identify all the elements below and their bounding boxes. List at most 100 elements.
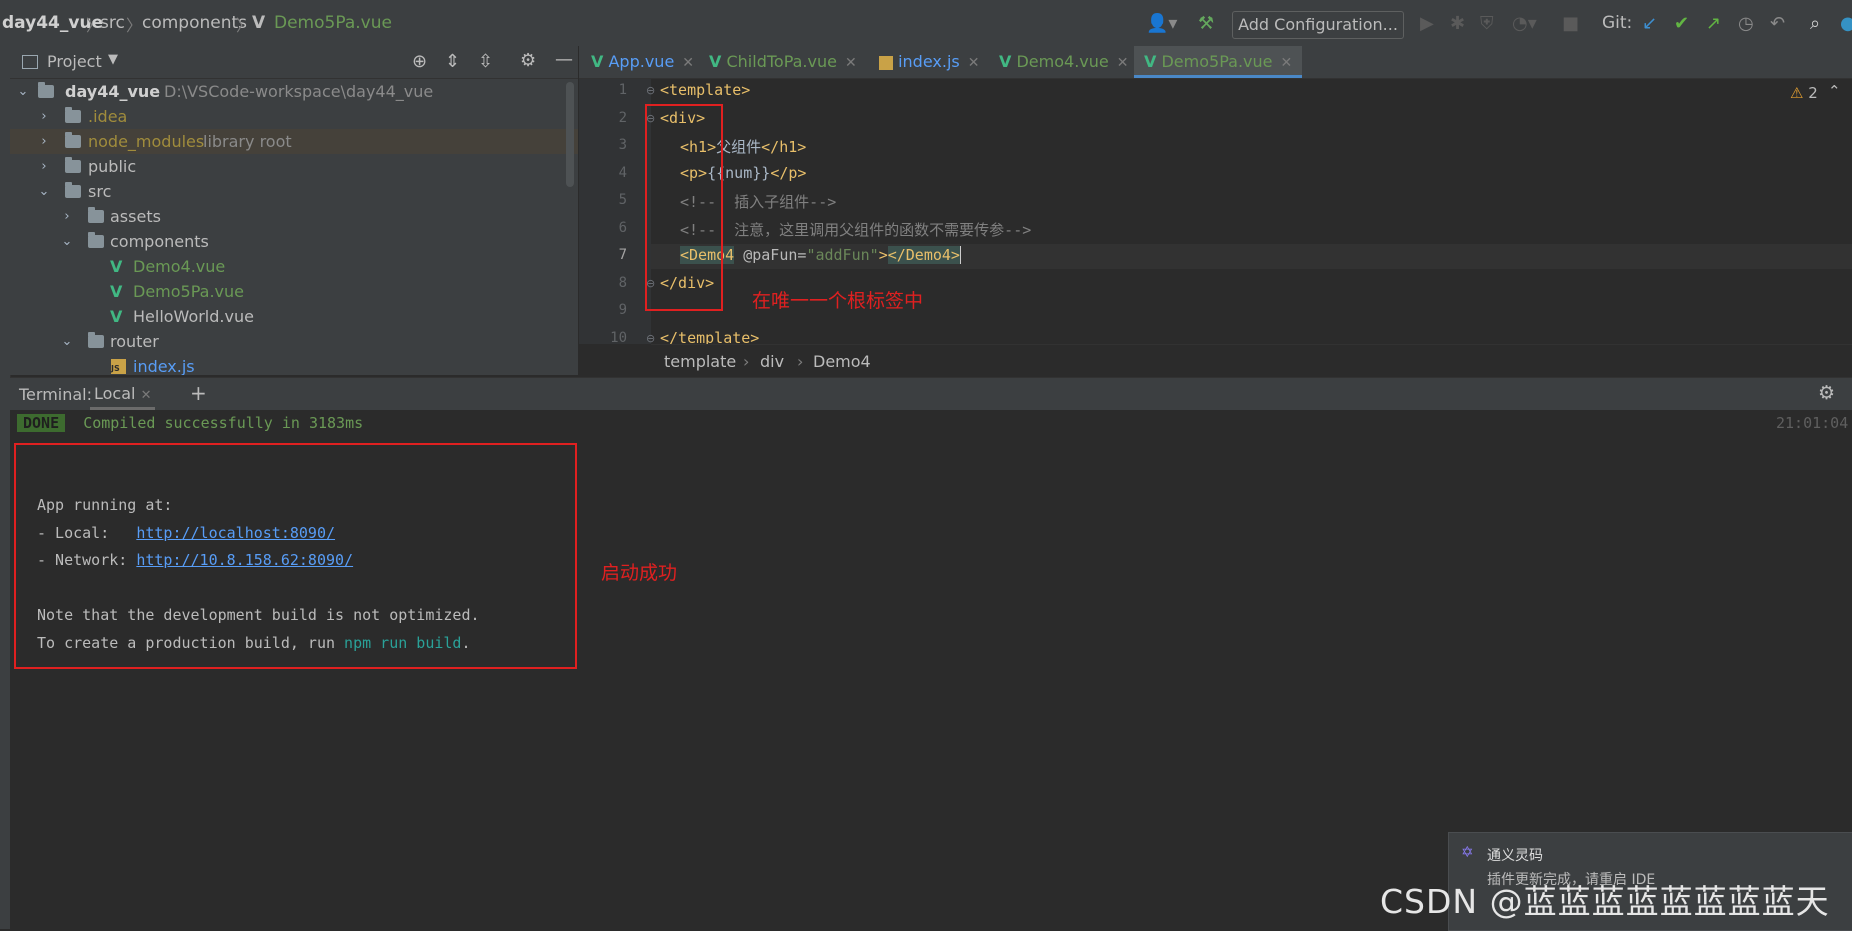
tree-item[interactable]: › assets <box>10 204 578 229</box>
vue-file-icon: V <box>709 52 722 71</box>
tree-item[interactable]: › .idea <box>10 104 578 129</box>
folder-icon <box>38 82 54 98</box>
git-label: Git: <box>1602 13 1633 33</box>
warning-indicator[interactable]: ⚠ 2 <box>1790 84 1818 102</box>
terminal-tab-local[interactable]: Local ✕ <box>90 378 156 410</box>
minimize-icon[interactable]: — <box>555 49 573 70</box>
tab-demo4-vue[interactable]: V Demo4.vue ✕ <box>999 46 1128 78</box>
folder-icon <box>88 232 104 248</box>
git-commit-icon[interactable]: ✔ <box>1674 13 1689 34</box>
chevron-right-icon[interactable]: › <box>60 204 74 229</box>
breadcrumb-div[interactable]: div <box>760 352 784 371</box>
tab-app-vue[interactable]: V App.vue ✕ <box>591 46 694 78</box>
vue-file-icon: V <box>591 52 604 71</box>
line-number: 8 <box>618 275 627 291</box>
close-icon[interactable]: ✕ <box>1117 55 1129 71</box>
git-update-icon[interactable]: ↙ <box>1642 13 1657 34</box>
tree-item[interactable]: › node_modules library root <box>10 129 578 154</box>
tree-item-label: router <box>110 332 159 351</box>
text-cursor <box>959 246 961 264</box>
breadcrumb-src[interactable]: src <box>100 13 125 33</box>
code-token: "addFun" <box>806 246 879 264</box>
close-icon[interactable]: ✕ <box>141 388 152 403</box>
annotation-label: 在唯一一个根标签中 <box>752 290 924 312</box>
chevron-right-icon: 〉 <box>236 16 253 35</box>
coverage-icon[interactable]: ⛨ <box>1480 13 1494 34</box>
tree-item-path: D:\VSCode-workspace\day44_vue <box>164 82 434 101</box>
tab-index-js[interactable]: index.js ✕ <box>879 46 979 78</box>
chevron-down-icon[interactable]: ⌄ <box>60 229 74 254</box>
chevron-down-icon[interactable]: ⌄ <box>16 79 30 104</box>
warning-count: 2 <box>1808 84 1818 102</box>
tree-item[interactable]: V Demo4.vue <box>10 254 578 279</box>
chevron-down-icon[interactable]: ⌄ <box>37 179 51 204</box>
line-number: 5 <box>618 192 627 208</box>
folder-icon <box>65 132 81 148</box>
code-token: <template> <box>660 81 751 99</box>
build-hammer-icon[interactable]: ⚒ <box>1198 13 1214 34</box>
chevron-right-icon[interactable]: › <box>37 129 51 154</box>
chevron-down-icon[interactable]: ⌄ <box>60 329 74 354</box>
close-icon[interactable]: ✕ <box>968 55 980 71</box>
breadcrumb-demo4[interactable]: Demo4 <box>813 352 871 371</box>
tree-item[interactable]: › public <box>10 154 578 179</box>
terminal-line: DONE Compiled successfully in 3183ms <box>17 414 363 432</box>
history-icon[interactable]: ◷ <box>1738 13 1754 34</box>
chevron-right-icon[interactable]: › <box>37 104 51 129</box>
tree-scrollbar[interactable] <box>566 82 574 187</box>
breadcrumb-components[interactable]: components <box>142 13 247 33</box>
chevron-down-icon[interactable]: ▼ <box>108 52 118 67</box>
code-token: </Demo4> <box>887 246 960 264</box>
fold-icon[interactable]: ⊖ <box>646 84 655 97</box>
breadcrumb-template[interactable]: template <box>664 352 736 371</box>
warning-icon: ⚠ <box>1790 84 1804 102</box>
editor-breadcrumb: template › div › Demo4 <box>651 344 1852 378</box>
tree-item[interactable]: ⌄ day44_vue D:\VSCode-workspace\day44_vu… <box>10 79 578 104</box>
close-icon[interactable]: ✕ <box>1280 55 1292 71</box>
vue-file-icon: V <box>110 307 123 326</box>
stop-icon[interactable]: ■ <box>1562 13 1579 34</box>
profile-icon[interactable]: ◔▾ <box>1512 13 1537 34</box>
plugin-status-icon[interactable]: ● <box>1840 13 1852 34</box>
line-number: 7 <box>618 247 627 263</box>
close-icon[interactable]: ✕ <box>682 55 694 71</box>
tree-item-label: Demo4.vue <box>133 257 226 276</box>
run-icon[interactable]: ▶ <box>1420 13 1434 34</box>
tree-item[interactable]: V HelloWorld.vue <box>10 304 578 329</box>
status-badge: DONE <box>17 414 66 432</box>
debug-icon[interactable]: ✱ <box>1450 13 1465 34</box>
project-tree: ⌄ day44_vue D:\VSCode-workspace\day44_vu… <box>10 79 578 375</box>
breadcrumb-file[interactable]: Demo5Pa.vue <box>274 13 392 33</box>
tree-item-label: index.js <box>133 357 195 375</box>
tree-item-label: node_modules <box>88 132 205 151</box>
chevron-right-icon: › <box>797 352 804 371</box>
tab-label: Demo5Pa.vue <box>1161 52 1273 71</box>
project-panel-title[interactable]: Project <box>47 52 102 71</box>
folder-icon <box>65 157 81 173</box>
annotation-label: 启动成功 <box>601 562 678 584</box>
tree-item[interactable]: ⌄ router <box>10 329 578 354</box>
user-icon[interactable]: 👤▾ <box>1146 13 1177 34</box>
chevron-right-icon: › <box>743 352 750 371</box>
tree-item[interactable]: JS index.js <box>10 354 578 375</box>
add-configuration-button[interactable]: Add Configuration... <box>1232 11 1404 39</box>
gear-icon[interactable]: ⚙ <box>1818 382 1835 404</box>
gear-icon[interactable]: ⚙ <box>520 50 536 71</box>
add-terminal-icon[interactable]: + <box>190 381 207 405</box>
tree-item[interactable]: V Demo5Pa.vue <box>10 279 578 304</box>
expand-all-icon[interactable]: ⇕ <box>445 51 460 72</box>
tab-childtopa-vue[interactable]: V ChildToPa.vue ✕ <box>709 46 857 78</box>
navigation-bar: day44_vue 〉 src 〉 components 〉 V Demo5Pa… <box>0 0 1852 47</box>
vue-file-icon: V <box>1144 52 1157 71</box>
tree-item[interactable]: ⌄ src <box>10 179 578 204</box>
tab-demo5pa-vue[interactable]: V Demo5Pa.vue ✕ <box>1134 46 1303 78</box>
close-icon[interactable]: ✕ <box>845 55 857 71</box>
chevron-right-icon[interactable]: › <box>37 154 51 179</box>
collapse-all-icon[interactable]: ⇳ <box>478 51 493 72</box>
rollback-icon[interactable]: ↶ <box>1770 13 1785 34</box>
chevron-up-icon[interactable]: ⌃ <box>1828 82 1841 100</box>
search-icon[interactable]: ⌕ <box>1810 13 1820 34</box>
tree-item[interactable]: ⌄ components <box>10 229 578 254</box>
git-push-icon[interactable]: ↗ <box>1706 13 1721 34</box>
locate-icon[interactable]: ⊕ <box>412 51 427 72</box>
